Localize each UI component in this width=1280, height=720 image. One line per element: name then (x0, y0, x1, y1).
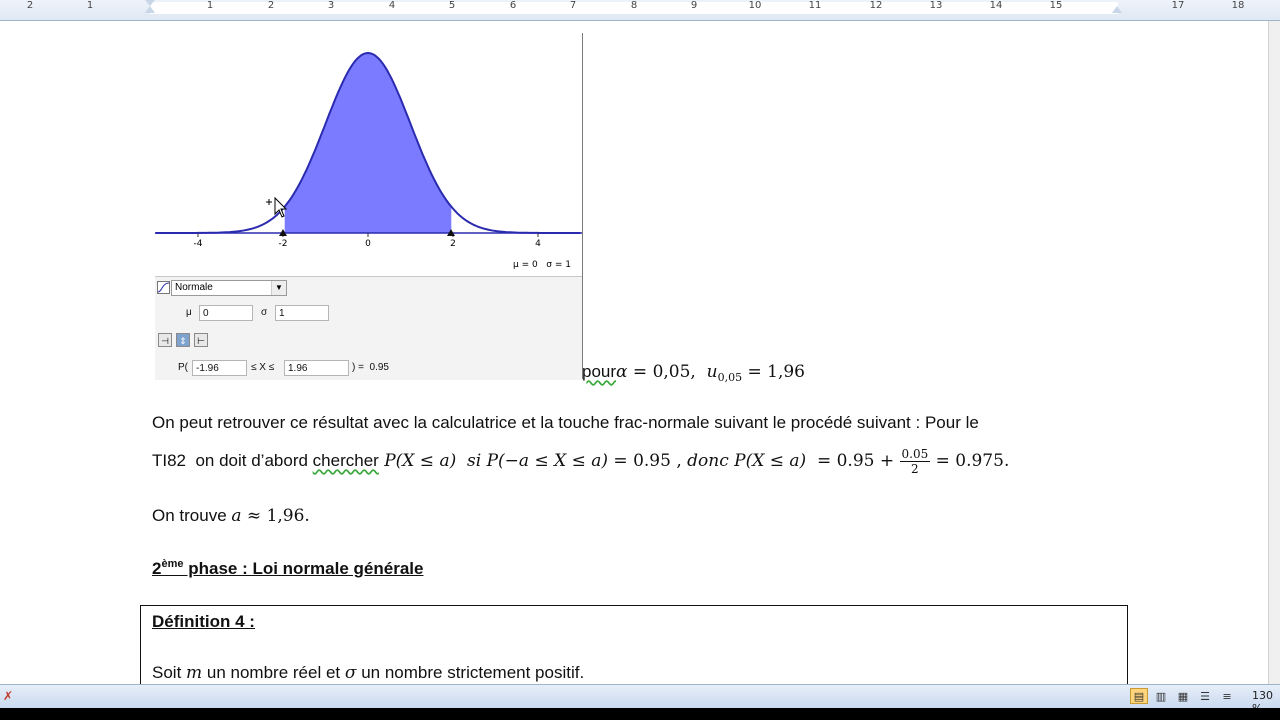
prob-prefix: P( (178, 362, 188, 373)
ruler-number: 7 (569, 0, 577, 11)
web-layout-view-button[interactable]: ▦ (1174, 688, 1192, 704)
ruler-number: 17 (1171, 0, 1185, 11)
ruler-number: 5 (448, 0, 456, 11)
ruler-number: 18 (1231, 0, 1245, 11)
ruler-number: 2 (267, 0, 275, 11)
outline-view-button[interactable]: ☰ (1196, 688, 1214, 704)
full-screen-reading-view-button[interactable]: ▥ (1152, 688, 1170, 704)
document-page[interactable]: -4 -2 0 2 4 μ = 0 σ = 1 Normale ▼ μ 0 σ … (0, 21, 1268, 684)
ruler-number: 3 (327, 0, 335, 11)
left-indent-marker[interactable] (145, 6, 155, 13)
alpha-value: = 0,05, (627, 362, 707, 382)
alpha-line: pourα = 0,05, u0,05 = 1,96 (582, 362, 805, 384)
x-tick-label: 4 (535, 239, 541, 249)
u-symbol: u (706, 362, 718, 382)
fraction-numerator: 0.05 (899, 447, 931, 462)
text-span: On trouve (152, 506, 232, 525)
text-span: TI82 on doit d’abord (152, 450, 313, 470)
ruler-number: 1 (206, 0, 214, 11)
alpha-symbol: α (616, 362, 628, 382)
x-tick-label: 2 (450, 239, 456, 249)
vertical-scrollbar[interactable] (1268, 21, 1280, 684)
distribution-select-value: Normale (175, 282, 213, 293)
text-span: Soit (152, 663, 187, 682)
horizontal-ruler[interactable]: 2 1 1 2 3 4 5 6 7 8 9 10 11 12 13 14 15 … (0, 0, 1280, 21)
between-label: ≤ X ≤ (251, 362, 275, 373)
ruler-number: 4 (388, 0, 396, 11)
definition-text: Soit m un nombre réel et σ un nombre str… (152, 663, 584, 683)
math-span: = 0.975. (930, 450, 1010, 471)
ruler-number: 8 (630, 0, 638, 11)
pour-word: pour (582, 362, 617, 381)
right-indent-marker[interactable] (1112, 6, 1122, 13)
ruler-number: 15 (1049, 0, 1063, 11)
math-span: = 0.95 (608, 450, 671, 471)
lower-bound-input[interactable]: -1.96 (192, 360, 247, 376)
draft-view-button[interactable]: ≡ (1218, 688, 1236, 704)
ruler-number: 1 (86, 0, 94, 11)
mu-label: μ (186, 307, 192, 318)
math-span: = 0.95 + (806, 450, 900, 471)
math-span: σ (344, 663, 357, 683)
text-span: un nombre strictement positif. (356, 663, 585, 682)
mu-input[interactable]: 0 (199, 305, 253, 321)
print-layout-view-button[interactable]: ▤ (1130, 688, 1148, 704)
ruler-number: 12 (869, 0, 883, 11)
x-tick-label: 0 (365, 239, 371, 249)
heading-superscript: ème (161, 558, 184, 570)
sigma-input[interactable]: 1 (275, 305, 329, 321)
heading-text: phase : Loi normale générale (183, 559, 424, 578)
ruler-number: 14 (989, 0, 1003, 11)
normal-distribution-applet: -4 -2 0 2 4 μ = 0 σ = 1 Normale ▼ μ 0 σ … (155, 33, 583, 380)
misspelled-word: chercher (312, 450, 379, 470)
math-span: donc P(X ≤ a) (687, 450, 807, 471)
chevron-down-icon: ▼ (271, 281, 286, 295)
ruler-number: 11 (808, 0, 822, 11)
applet-controls: Normale ▼ μ 0 σ 1 ⊣ ⇕ ⊢ P( -1.96 ≤ X ≤ 1… (155, 276, 582, 380)
math-span: P(−a ≤ X ≤ a) (486, 450, 609, 471)
result-label: ) = 0.95 (352, 362, 389, 373)
paragraph-line: On peut retrouver ce résultat avec la ca… (152, 413, 979, 432)
definition-title: Définition 4 : (152, 612, 255, 631)
fraction: 0.05 2 (899, 447, 931, 476)
ruler-number: 2 (26, 0, 34, 11)
ruler-number: 9 (690, 0, 698, 11)
distribution-curve-icon (157, 281, 170, 294)
left-sided-button[interactable]: ⊣ (158, 333, 172, 347)
spelling-error-icon[interactable]: ✗ (1, 689, 15, 703)
paragraph-line-math: TI82 on doit d’abord chercher P(X ≤ a) s… (152, 447, 1009, 476)
normal-curve-graph: -4 -2 0 2 4 μ = 0 σ = 1 (155, 51, 582, 270)
probability-shaded-area (284, 53, 452, 233)
interval-button[interactable]: ⇕ (176, 333, 190, 347)
x-tick-label: -2 (279, 239, 288, 249)
u-value: = 1,96 (742, 362, 805, 382)
mouse-cursor-icon (266, 196, 288, 218)
upper-bound-input[interactable]: 1.96 (284, 360, 349, 376)
right-sided-button[interactable]: ⊢ (194, 333, 208, 347)
taskbar-strip (0, 708, 1280, 720)
ruler-number: 6 (509, 0, 517, 11)
result-paragraph: On trouve a ≈ 1,96. (152, 506, 310, 526)
section-heading: 2ème phase : Loi normale générale (152, 558, 423, 579)
ruler-number: 13 (929, 0, 943, 11)
math-span: m (186, 663, 203, 683)
math-span: a (231, 506, 242, 526)
params-label: μ = 0 σ = 1 (513, 260, 571, 270)
math-span: ≈ 1,96. (241, 506, 310, 526)
status-bar: ✗ ▤ ▥ ▦ ☰ ≡ 130 % (0, 684, 1280, 715)
x-tick-label: -4 (194, 239, 203, 249)
math-span: , (670, 450, 688, 471)
math-span: P(X ≤ a) si (378, 450, 487, 471)
sigma-label: σ (261, 307, 268, 318)
applet-border (582, 33, 583, 379)
ruler-number: 10 (748, 0, 762, 11)
fraction-denominator: 2 (911, 462, 919, 476)
u-subscript: 0,05 (717, 371, 743, 384)
text-span: un nombre réel et (202, 663, 345, 682)
distribution-select[interactable]: Normale ▼ (171, 280, 287, 296)
